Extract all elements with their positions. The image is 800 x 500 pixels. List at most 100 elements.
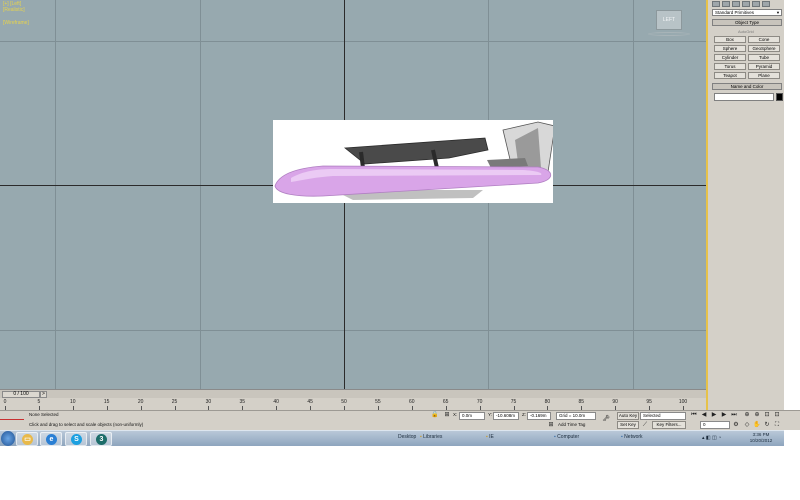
grid-line	[0, 41, 706, 42]
taskbar-skype-button[interactable]: S	[65, 432, 87, 446]
orbit-icon[interactable]: ↻	[763, 421, 771, 429]
viewcube[interactable]: LEFT	[646, 8, 692, 38]
x-coordinate-field[interactable]: 0.0m	[459, 412, 485, 420]
cylinder-button[interactable]: Cylinder	[714, 54, 746, 61]
torus-button[interactable]: Torus	[714, 63, 746, 70]
object-color-swatch[interactable]	[776, 93, 783, 101]
time-slider-next-button[interactable]: >	[40, 391, 47, 398]
cone-button[interactable]: Cone	[748, 36, 780, 43]
folder-icon: ▭	[22, 434, 33, 445]
grid-line	[0, 330, 706, 331]
left-viewport[interactable]: [+] [Left] [Realistic] [Wireframe] LEFT	[0, 0, 706, 389]
viewcube-face-label[interactable]: LEFT	[656, 10, 682, 30]
trackbar-tick-label: 0	[3, 399, 7, 405]
z-coordinate-field[interactable]: -0.169m	[527, 412, 551, 420]
libraries-toolbar-item[interactable]: ▪ Libraries	[420, 434, 442, 440]
maximize-viewport-icon[interactable]: ⛶	[773, 421, 781, 429]
primitive-category-dropdown[interactable]: Standard Primitives ▼	[712, 9, 782, 16]
time-tag-icon[interactable]: ⊞	[547, 421, 555, 429]
modify-tab[interactable]	[722, 1, 730, 7]
current-frame-field[interactable]: 0	[700, 421, 730, 429]
tray-icons[interactable]: ▴ ◧ ◫ ◔	[702, 435, 721, 441]
status-bar: None Selected Click and drag to select a…	[0, 410, 800, 430]
command-panel-scroll-area[interactable]	[784, 0, 800, 410]
skype-icon: S	[71, 434, 82, 445]
trackbar-tick-label: 30	[205, 399, 212, 405]
grid-size-display: Grid = 10.0m	[556, 412, 596, 420]
time-slider[interactable]: 0 / 100 >	[0, 389, 706, 398]
key-icon[interactable]: 🗝	[602, 415, 610, 423]
trackbar-tick-label: 50	[341, 399, 347, 405]
display-tab[interactable]	[752, 1, 760, 7]
go-to-start-icon[interactable]: ⏮	[690, 411, 698, 419]
create-tab[interactable]	[712, 1, 720, 7]
dropdown-value: Standard Primitives	[715, 10, 755, 15]
trackbar[interactable]: 0 5 10 15 20 25 30 35 40 45 50 55 60 65 70 75 80 85 90 95 10…	[0, 398, 706, 410]
object-name-field[interactable]	[714, 93, 774, 101]
key-filters-button[interactable]: Key Filters...	[652, 421, 686, 429]
trackbar-tick-label: 60	[409, 399, 415, 405]
box-button[interactable]: Box	[714, 36, 746, 43]
go-to-end-icon[interactable]: ⏭	[730, 411, 738, 419]
previous-frame-icon[interactable]: ◀	[700, 411, 708, 419]
add-time-tag-button[interactable]: Add Time Tag	[558, 421, 585, 428]
key-mode-dropdown[interactable]: Selected	[640, 412, 686, 420]
absolute-mode-icon[interactable]: ⊞	[443, 411, 451, 419]
taskbar-3dsmax-button[interactable]: 3	[90, 432, 112, 446]
tube-button[interactable]: Tube	[748, 54, 780, 61]
taskbar-explorer-button[interactable]: ▭	[16, 432, 38, 446]
ie-label: IE	[489, 434, 494, 440]
sphere-button[interactable]: Sphere	[714, 45, 746, 52]
key-tangent-icon[interactable]: ⟋	[641, 421, 649, 429]
geosphere-button[interactable]: GeoSphere	[748, 45, 780, 52]
system-clock[interactable]: 3:36 PM 10/20/2012	[746, 432, 776, 444]
zoom-all-icon[interactable]: ⊕	[753, 411, 761, 419]
airplane-blueprint-plane[interactable]	[273, 120, 553, 203]
trackbar-tick-label: 85	[578, 399, 585, 405]
y-coordinate-field[interactable]: -10.608m	[493, 412, 519, 420]
lock-selection-icon[interactable]: 🔒	[431, 411, 439, 419]
network-toolbar-item[interactable]: ▪ Network	[621, 434, 643, 440]
name-and-color-rollout-header[interactable]: Name and Color	[712, 83, 782, 90]
teapot-button[interactable]: Teapot	[714, 72, 746, 79]
time-configuration-icon[interactable]: ⚙	[732, 421, 740, 429]
trackbar-tick-label: 40	[273, 399, 279, 405]
trackbar-tick-label: 75	[510, 399, 517, 405]
command-panel: Standard Primitives ▼ Object Type AutoGr…	[706, 0, 784, 410]
viewport-label-shading[interactable]: [Realistic]	[3, 7, 25, 13]
trackbar-tick-label: 80	[544, 399, 551, 405]
plane-button[interactable]: Plane	[748, 72, 780, 79]
windows-taskbar: ▭ e S 3 Desktop ▪ Libraries ▪ IE ▪ Compu…	[0, 430, 784, 446]
start-button[interactable]	[1, 431, 15, 446]
3dsmax-window: [+] [Left] [Realistic] [Wireframe] LEFT	[0, 0, 800, 500]
zoom-extents-icon[interactable]: ⊡	[763, 411, 771, 419]
hierarchy-tab[interactable]	[732, 1, 740, 7]
pan-icon[interactable]: ✋	[753, 421, 761, 429]
pyramid-button[interactable]: Pyramid	[748, 63, 780, 70]
computer-toolbar-item[interactable]: ▪ Computer	[554, 434, 579, 440]
field-of-view-icon[interactable]: ◇	[743, 421, 751, 429]
next-frame-icon[interactable]: ▶	[720, 411, 728, 419]
trackbar-tick-label: 20	[137, 399, 144, 405]
airplane-model-svg	[274, 121, 553, 200]
viewport-label-mode[interactable]: [Wireframe]	[3, 20, 29, 26]
motion-tab[interactable]	[742, 1, 750, 7]
zoom-icon[interactable]: ⊕	[743, 411, 751, 419]
wing-shape	[343, 137, 489, 165]
desktop-toolbar-label[interactable]: Desktop	[398, 434, 416, 440]
trackbar-tick-label: 55	[375, 399, 381, 405]
selection-status: None Selected	[29, 412, 59, 417]
time-slider-thumb[interactable]: 0 / 100	[2, 391, 40, 398]
auto-key-button[interactable]: Auto Key	[617, 412, 639, 420]
set-key-button[interactable]: Set Key	[617, 421, 639, 429]
ie-toolbar-item[interactable]: ▪ IE	[486, 434, 494, 440]
taskbar-ie-button[interactable]: e	[40, 432, 62, 446]
autogrid-checkbox-label[interactable]: AutoGrid	[738, 29, 754, 34]
object-type-rollout-header[interactable]: Object Type	[712, 19, 782, 26]
zoom-extents-all-icon[interactable]: ⊡	[773, 411, 781, 419]
viewcube-compass-ring[interactable]	[648, 32, 690, 36]
maxscript-listener-strip[interactable]	[0, 419, 24, 420]
utilities-tab[interactable]	[762, 1, 770, 7]
trackbar-tick-label: 100	[678, 399, 688, 405]
play-icon[interactable]: ▶	[710, 411, 718, 419]
